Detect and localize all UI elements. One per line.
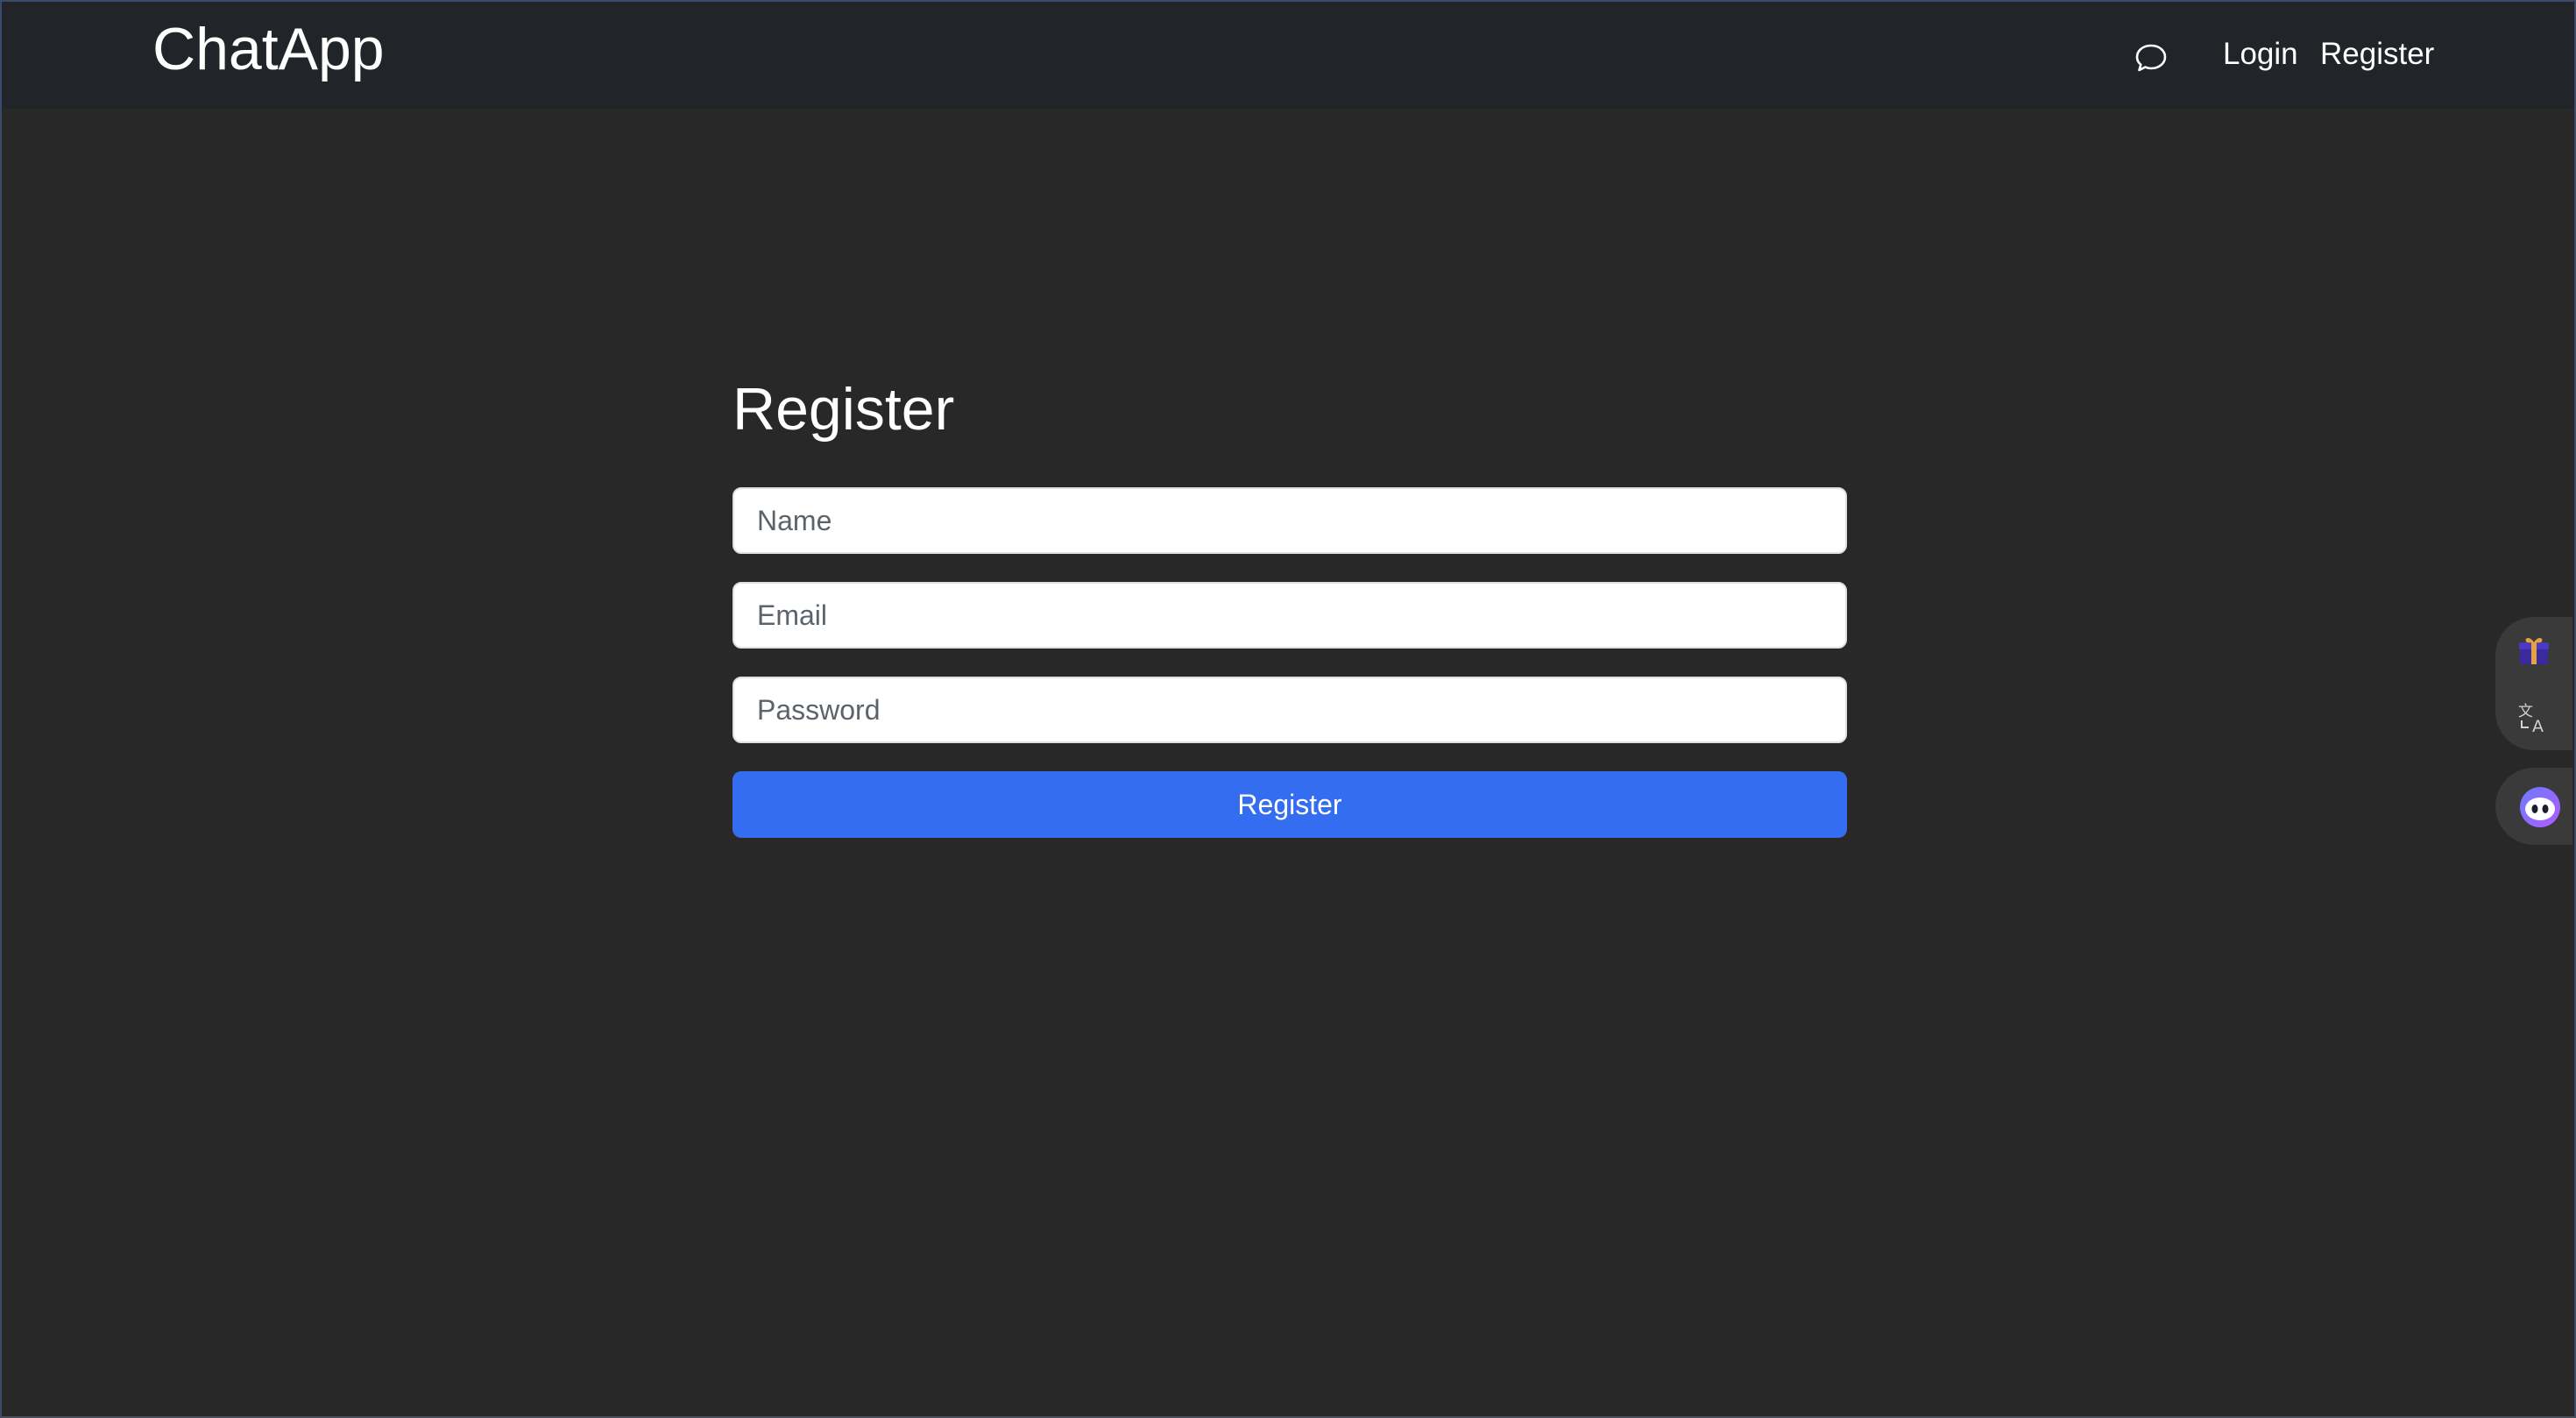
svg-text:A: A: [2532, 717, 2544, 734]
nav-register-link[interactable]: Register: [2320, 33, 2434, 75]
email-input[interactable]: [732, 582, 1847, 649]
assistant-bot-icon[interactable]: [2518, 785, 2562, 829]
name-input[interactable]: [732, 487, 1847, 554]
chat-bubble-icon[interactable]: [2134, 42, 2168, 74]
svg-text:文: 文: [2518, 703, 2533, 720]
translate-icon[interactable]: 文 A: [2516, 699, 2551, 734]
register-form: Register Register: [732, 370, 1847, 838]
gift-icon[interactable]: [2516, 633, 2551, 668]
page-title: Register: [732, 376, 955, 443]
password-input[interactable]: [732, 677, 1847, 743]
navbar: ChatApp Login Register: [2, 2, 2574, 109]
app-frame: ChatApp Login Register Register Register: [0, 0, 2576, 1418]
nav-login-link[interactable]: Login: [2223, 33, 2298, 75]
brand-logo[interactable]: ChatApp: [152, 14, 385, 84]
register-submit-button[interactable]: Register: [732, 771, 1847, 838]
